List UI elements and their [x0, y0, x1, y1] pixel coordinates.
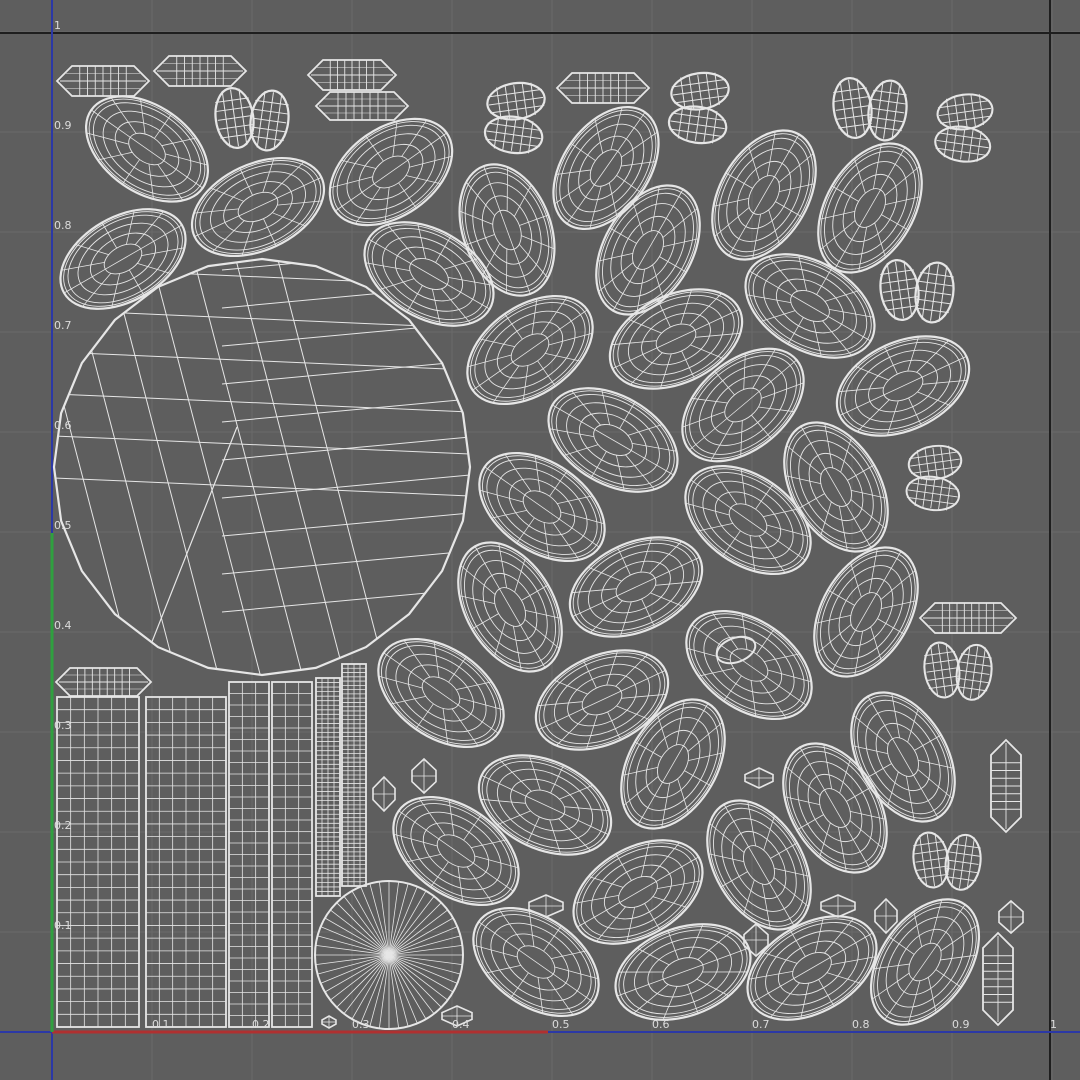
v-tick-label: 0.2 [54, 819, 72, 832]
ellipse-island[interactable] [530, 367, 695, 513]
ellipse-island[interactable] [373, 775, 538, 927]
bean-island[interactable] [483, 79, 547, 156]
uv-axes [50, 533, 548, 1034]
pod-island[interactable] [874, 897, 898, 935]
u-tick-label: 0.6 [652, 1018, 670, 1031]
v-tick-label: 1 [54, 19, 61, 32]
capsule-island[interactable] [982, 931, 1014, 1027]
ellipse-island[interactable] [176, 138, 339, 275]
v-tick-label: 0.8 [54, 219, 72, 232]
pod-island[interactable] [321, 1015, 337, 1029]
ellipse-island[interactable] [358, 617, 523, 769]
capsule-island[interactable] [152, 55, 248, 87]
ellipse-island[interactable] [437, 524, 583, 689]
v-tick-label: 0.3 [54, 719, 72, 732]
pod-island[interactable] [744, 767, 774, 789]
uv-editor-viewport[interactable]: 1 0.9 0.8 0.7 0.6 0.5 0.4 0.3 0.2 0.1 0.… [0, 0, 1080, 1080]
capsule-island[interactable] [314, 91, 410, 121]
ellipse-island[interactable] [821, 317, 985, 456]
pod-island[interactable] [998, 899, 1024, 935]
grid-strip-island[interactable] [56, 696, 140, 1028]
pod-island[interactable] [411, 757, 437, 795]
bean-island[interactable] [830, 76, 910, 143]
ellipse-island[interactable] [532, 88, 680, 249]
u-tick-label: 0.3 [352, 1018, 370, 1031]
v-tick-label: 0.7 [54, 319, 72, 332]
capsule-island[interactable] [555, 72, 651, 104]
pod-island[interactable] [372, 775, 396, 813]
grid-strip-island[interactable] [228, 681, 270, 1028]
capsule-island[interactable] [55, 65, 151, 97]
u-tick-label: 0.1 [152, 1018, 170, 1031]
ellipse-island[interactable] [666, 589, 831, 741]
ellipse-island[interactable] [43, 189, 203, 330]
bean-island[interactable] [877, 258, 957, 325]
ellipse-island[interactable] [763, 404, 909, 569]
uv-canvas[interactable]: 1 0.9 0.8 0.7 0.6 0.5 0.4 0.3 0.2 0.1 0.… [0, 0, 1080, 1080]
pod-island[interactable] [820, 894, 856, 918]
bean-island[interactable] [933, 91, 995, 165]
ellipse-island[interactable] [793, 529, 939, 694]
ellipse-island[interactable] [691, 112, 837, 277]
ellipse-island[interactable] [849, 879, 1001, 1044]
bean-island[interactable] [910, 830, 984, 892]
pod-island[interactable] [528, 894, 564, 918]
pinwheel-disc-island[interactable] [314, 880, 464, 1030]
v-tick-label: 0.5 [54, 519, 72, 532]
bean-island[interactable] [904, 443, 963, 514]
ellipse-island[interactable] [453, 886, 618, 1038]
capsule-island[interactable] [918, 602, 1018, 634]
u-tick-label: 1 [1050, 1018, 1057, 1031]
ellipse-island[interactable] [554, 518, 718, 657]
ellipse-island[interactable] [602, 907, 764, 1038]
u-tick-label: 0.8 [852, 1018, 870, 1031]
ellipse-island[interactable] [600, 681, 746, 846]
bean-island[interactable] [921, 640, 995, 702]
grid-strip-island[interactable] [315, 677, 341, 897]
ellipse-island[interactable] [463, 736, 627, 875]
uv-islands[interactable] [0, 55, 1024, 1045]
v-tick-label: 0.6 [54, 419, 72, 432]
v-tick-label: 0.9 [54, 119, 72, 132]
grid-strip-island[interactable] [271, 681, 313, 1028]
bean-island[interactable] [667, 69, 731, 146]
capsule-island[interactable] [54, 667, 153, 697]
capsule-island[interactable] [990, 738, 1022, 834]
ellipse-island[interactable] [797, 125, 943, 290]
u-tick-label: 0.4 [452, 1018, 470, 1031]
grid-strip-island[interactable] [145, 696, 227, 1028]
u-tick-label: 0.2 [252, 1018, 270, 1031]
u-tick-label: 0.7 [752, 1018, 770, 1031]
ellipse-island[interactable] [520, 631, 684, 770]
capsule-island[interactable] [306, 59, 398, 91]
v-tick-label: 0.4 [54, 619, 72, 632]
u-tick-label: 0.9 [952, 1018, 970, 1031]
grid-strip-island[interactable] [341, 663, 367, 887]
ellipse-island[interactable] [575, 167, 721, 332]
u-tick-label: 0.5 [552, 1018, 570, 1031]
v-tick-label: 0.1 [54, 919, 72, 932]
ellipse-island[interactable] [665, 444, 830, 596]
